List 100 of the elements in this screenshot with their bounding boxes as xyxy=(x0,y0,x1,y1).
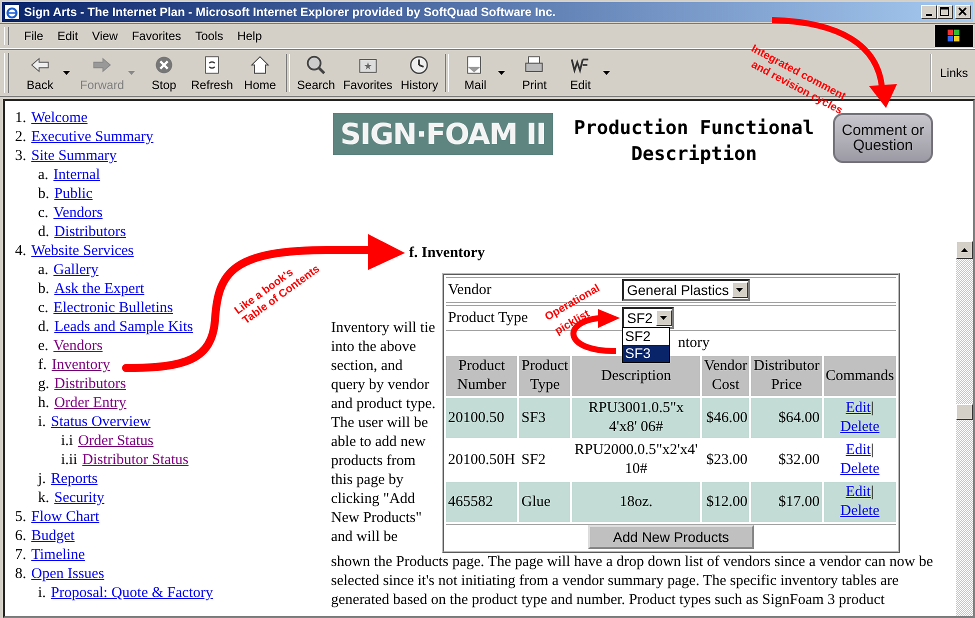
throbber-logo xyxy=(935,25,973,47)
toc-link[interactable]: Distributor Status xyxy=(82,451,189,470)
list-marker: e. xyxy=(38,337,48,356)
toolbar-button[interactable]: Refresh xyxy=(187,54,238,92)
list-marker: j. xyxy=(38,470,46,489)
table-cell: $17.00 xyxy=(751,482,822,522)
column-header: Vendor Cost xyxy=(702,356,750,396)
caret-icon[interactable] xyxy=(603,71,610,75)
column-header: Commands xyxy=(824,356,896,396)
toc-link[interactable]: Reports xyxy=(50,470,98,489)
toolbar-button[interactable]: Favorites xyxy=(339,54,396,92)
list-marker: i.ii xyxy=(61,451,78,470)
toolbar-button[interactable]: Back xyxy=(17,54,63,92)
list-marker: d. xyxy=(38,223,50,242)
column-header: Distributor Price xyxy=(751,356,822,396)
product-type-dropdown[interactable]: SF2 xyxy=(622,307,674,329)
home-icon xyxy=(249,54,272,76)
toc-link[interactable]: Vendors xyxy=(53,337,103,356)
comment-button[interactable]: Comment or Question xyxy=(833,113,933,163)
table-cell: $46.00 xyxy=(702,398,750,438)
separator: | xyxy=(870,484,874,500)
toolbar-button[interactable]: Mail xyxy=(452,54,498,92)
toolbar-button[interactable]: Edit xyxy=(557,54,604,92)
description-paragraph: Inventory will tie into the above section, and query by vendor and product type. The user will be able to add new products from this page by clicking "Add New Products" and will be xyxy=(331,319,437,547)
page-title: Production Functional Description xyxy=(572,116,816,167)
table-cell: $12.00 xyxy=(702,482,750,522)
table-cell: 20100.50 xyxy=(446,398,518,438)
list-marker: 4. xyxy=(15,242,26,261)
list-marker: a. xyxy=(38,166,48,185)
menu-item[interactable]: File xyxy=(17,29,50,43)
menu-item[interactable]: Tools xyxy=(188,29,230,43)
menu-item[interactable]: Favorites xyxy=(124,29,188,43)
toc-link[interactable]: Security xyxy=(54,489,104,508)
menu-item[interactable]: Edit xyxy=(50,29,86,43)
action-link[interactable]: Delete xyxy=(840,419,880,435)
list-marker: c. xyxy=(38,299,48,318)
list-marker: 6. xyxy=(15,527,26,546)
list-marker: f. xyxy=(38,356,47,375)
list-marker: i.i xyxy=(61,432,74,451)
scrollbar-thumb[interactable] xyxy=(956,404,973,420)
toolbar-button[interactable]: Home xyxy=(237,54,284,92)
menu-item[interactable]: Help xyxy=(230,29,269,43)
toc-link[interactable]: Internal xyxy=(53,166,100,185)
links-button[interactable]: Links xyxy=(930,54,975,92)
toc-link[interactable]: Welcome xyxy=(31,109,88,128)
description-paragraph: shown the Products page. The page will have a drop down list of vendors since a vendor can now be selected since it's not initiating from a vendor summary page. The specific inventory tables are generated based on the product type and number. Product types such as SignFoam 3 product xyxy=(331,553,934,610)
toc-link[interactable]: Proposal: Quote & Factory xyxy=(50,584,213,603)
toc-link[interactable]: Leads and Sample Kits xyxy=(54,318,193,337)
list-marker: d. xyxy=(38,318,50,337)
list-marker: 7. xyxy=(15,546,26,565)
add-products-button[interactable]: Add New Products xyxy=(588,525,754,549)
toc-link[interactable]: Executive Summary xyxy=(31,128,154,147)
close-button[interactable] xyxy=(955,5,971,19)
action-link[interactable]: Edit xyxy=(846,400,871,416)
toc-link[interactable]: Public xyxy=(54,185,93,204)
toc-link[interactable]: Timeline xyxy=(31,546,85,565)
section-heading: f. Inventory xyxy=(409,244,486,263)
toc-link[interactable]: Distributors xyxy=(54,375,126,394)
menu-item[interactable]: View xyxy=(85,29,125,43)
toc-link[interactable]: Gallery xyxy=(53,261,98,280)
caret-icon[interactable] xyxy=(498,71,506,75)
toc-link[interactable]: Order Entry xyxy=(54,394,126,413)
toc-link[interactable]: Flow Chart xyxy=(31,508,100,527)
minimize-button[interactable] xyxy=(921,5,937,19)
toolbar-button[interactable]: Print xyxy=(511,54,558,92)
toc-link[interactable]: Ask the Expert xyxy=(54,280,144,299)
toc-link[interactable]: Inventory xyxy=(52,356,110,375)
toc-link[interactable]: Open Issues xyxy=(31,565,104,584)
toc-link[interactable]: Order Status xyxy=(78,432,154,451)
action-link[interactable]: Edit xyxy=(846,484,871,500)
list-marker: i. xyxy=(38,413,46,432)
toc-link[interactable]: Vendors xyxy=(53,204,103,223)
dropdown-option[interactable]: SF3 xyxy=(623,345,669,362)
toc-link[interactable]: Site Summary xyxy=(31,147,117,166)
field-label: Product Type xyxy=(448,310,528,326)
separator: | xyxy=(870,400,874,416)
list-marker: 2. xyxy=(15,128,26,147)
history-icon xyxy=(408,54,430,76)
search-icon xyxy=(305,54,328,76)
list-marker: 1. xyxy=(15,109,26,128)
toc-link[interactable]: Website Services xyxy=(31,242,134,261)
vendor-dropdown[interactable]: General Plastics xyxy=(622,279,750,301)
action-link[interactable]: Edit xyxy=(846,442,871,458)
toolbar-button[interactable]: Search xyxy=(293,54,340,92)
column-header: Product Number xyxy=(446,356,518,396)
list-marker: a. xyxy=(38,261,48,280)
maximize-button[interactable] xyxy=(937,5,953,19)
action-link[interactable]: Delete xyxy=(840,461,880,477)
column-header: Product Type xyxy=(519,356,570,396)
toc-link[interactable]: Budget xyxy=(31,527,75,546)
scrollbar[interactable] xyxy=(956,241,973,616)
dropdown-option[interactable]: SF2 xyxy=(623,328,669,345)
caret-icon[interactable] xyxy=(63,71,70,75)
list-marker: 5. xyxy=(15,508,26,527)
action-link[interactable]: Delete xyxy=(840,503,880,519)
toolbar-button[interactable]: History xyxy=(396,54,442,92)
toc-link[interactable]: Electronic Bulletins xyxy=(53,299,173,318)
toolbar-button[interactable]: Stop xyxy=(141,54,188,92)
toc-link[interactable]: Status Overview xyxy=(50,413,150,432)
toc-link[interactable]: Distributors xyxy=(54,223,126,242)
